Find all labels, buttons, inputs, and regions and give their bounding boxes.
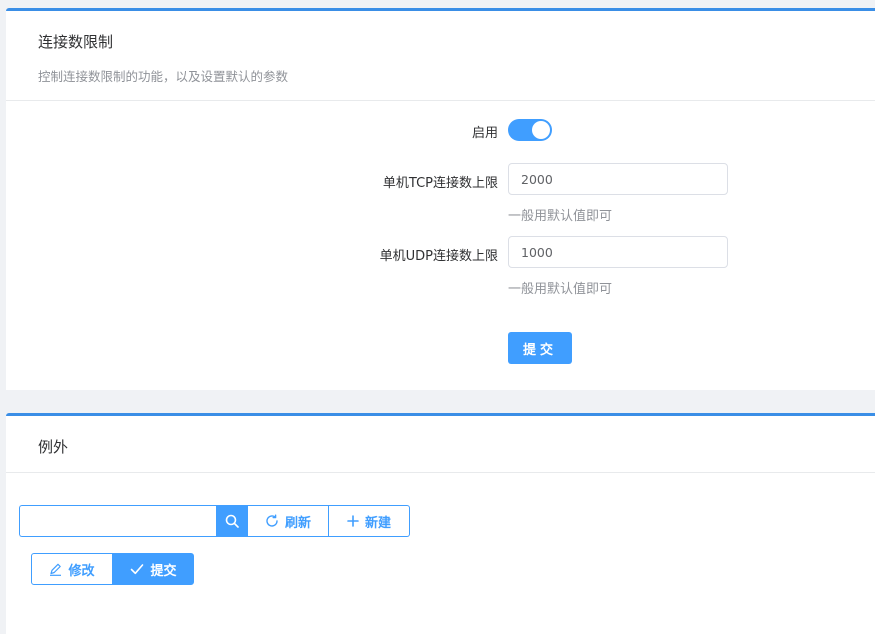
search-icon: [225, 514, 239, 528]
refresh-button[interactable]: 刷新: [248, 505, 329, 537]
tcp-limit-hint: 一般用默认值即可: [508, 209, 613, 224]
action-toolbar: 修改 提交: [31, 553, 194, 585]
panel-title: 例外: [38, 438, 69, 456]
new-label: 新建: [364, 515, 391, 531]
new-button[interactable]: 新建: [329, 505, 410, 537]
panel-title: 连接数限制: [38, 33, 114, 51]
tcp-limit-label: 单机TCP连接数上限: [382, 176, 498, 191]
plus-icon: [347, 515, 359, 527]
udp-limit-hint: 一般用默认值即可: [508, 282, 613, 297]
exceptions-panel: 例外 刷新 新建 修改 提交: [6, 413, 875, 634]
panel-header: 例外: [6, 416, 875, 473]
toggle-knob: [532, 121, 550, 139]
enable-label: 启用: [471, 126, 498, 141]
submit-exceptions-label: 提交: [150, 563, 177, 579]
tcp-limit-input[interactable]: [508, 163, 728, 195]
panel-header: 连接数限制 控制连接数限制的功能，以及设置默认的参数: [6, 11, 875, 101]
submit-exceptions-button[interactable]: 提交: [113, 553, 194, 585]
edit-button[interactable]: 修改: [31, 553, 113, 585]
udp-limit-input[interactable]: [508, 236, 728, 268]
search-input[interactable]: [19, 505, 216, 537]
search-button[interactable]: [216, 505, 248, 537]
edit-label: 修改: [68, 563, 95, 579]
udp-limit-label: 单机UDP连接数上限: [379, 249, 498, 264]
check-icon: [130, 563, 144, 575]
panel-description: 控制连接数限制的功能，以及设置默认的参数: [38, 69, 289, 84]
enable-toggle[interactable]: [508, 119, 552, 141]
refresh-label: 刷新: [284, 515, 311, 531]
submit-button[interactable]: 提交: [508, 332, 572, 364]
pencil-icon: [49, 563, 62, 576]
search-toolbar: 刷新 新建: [19, 505, 410, 537]
connection-limit-panel: 连接数限制 控制连接数限制的功能，以及设置默认的参数 启用 单机TCP连接数上限…: [6, 8, 875, 390]
refresh-icon: [265, 514, 279, 528]
